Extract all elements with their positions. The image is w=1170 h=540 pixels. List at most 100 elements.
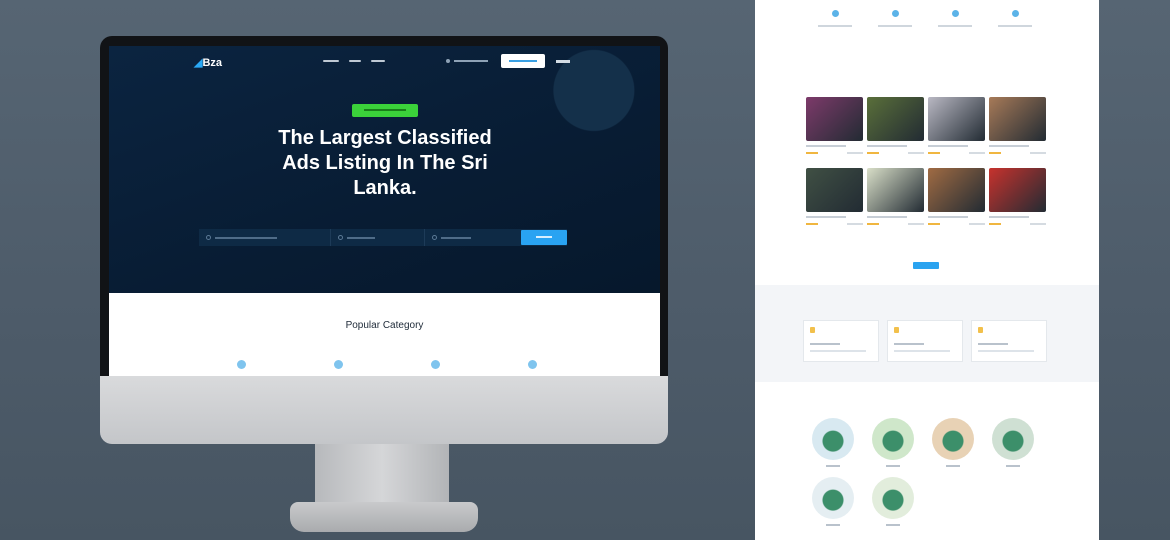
- category-icon[interactable]: [334, 360, 343, 369]
- hero-section: ◢Bza The Largest Classified Ads Listing …: [109, 46, 660, 293]
- ad-title: [806, 216, 846, 218]
- step-card: [803, 320, 879, 362]
- ad-card[interactable]: [989, 168, 1046, 225]
- ad-photo: [989, 97, 1046, 141]
- ad-photo: [867, 168, 924, 212]
- ad-meta: [928, 223, 985, 225]
- monitor-stand: [315, 444, 449, 504]
- location-label: [826, 524, 840, 526]
- location-item[interactable]: [871, 418, 915, 467]
- step-icon: [894, 327, 899, 333]
- location-label: [886, 524, 900, 526]
- login-link[interactable]: [446, 59, 488, 63]
- location-image: [812, 418, 854, 460]
- category-label: [818, 25, 852, 27]
- ad-photo: [928, 168, 985, 212]
- category-item[interactable]: [935, 10, 975, 27]
- view-all-button[interactable]: [913, 262, 939, 269]
- location-select[interactable]: [425, 229, 517, 246]
- location-label: [1006, 465, 1020, 467]
- input-placeholder: [347, 236, 375, 239]
- post-ad-button[interactable]: [501, 54, 545, 68]
- ad-card[interactable]: [867, 97, 924, 154]
- location-label: [826, 465, 840, 467]
- popular-locations-grid: [811, 418, 1047, 526]
- step-text: [978, 350, 1034, 352]
- ad-photo: [806, 168, 863, 212]
- user-icon: [446, 59, 450, 63]
- ad-card[interactable]: [867, 168, 924, 225]
- ad-photo: [806, 97, 863, 141]
- monitor-bezel: ◢Bza The Largest Classified Ads Listing …: [100, 36, 668, 376]
- ad-price: [928, 223, 940, 225]
- location-item[interactable]: [811, 477, 855, 526]
- category-icon: [831, 10, 839, 17]
- ad-date: [969, 223, 985, 225]
- category-icon[interactable]: [237, 360, 246, 369]
- ad-price: [867, 152, 879, 154]
- location-label: [886, 465, 900, 467]
- search-button[interactable]: [521, 230, 567, 245]
- ad-photo: [867, 97, 924, 141]
- step-card: [971, 320, 1047, 362]
- search-icon: [206, 235, 211, 240]
- hero-headline: The Largest Classified Ads Listing In Th…: [278, 127, 492, 199]
- nav-link[interactable]: [371, 60, 385, 62]
- category-icon: [891, 10, 899, 17]
- site-logo[interactable]: ◢Bza: [194, 56, 222, 69]
- step-text: [894, 350, 950, 352]
- ad-meta: [867, 152, 924, 154]
- step-card: [887, 320, 963, 362]
- ad-date: [969, 152, 985, 154]
- category-item[interactable]: [875, 10, 915, 27]
- location-item[interactable]: [991, 418, 1035, 467]
- category-icon[interactable]: [431, 360, 440, 369]
- nav-link[interactable]: [323, 60, 339, 62]
- ad-card[interactable]: [989, 97, 1046, 154]
- location-image: [872, 418, 914, 460]
- category-icon: [951, 10, 959, 17]
- ad-meta: [928, 152, 985, 154]
- location-item[interactable]: [811, 418, 855, 467]
- ad-date: [1030, 152, 1046, 154]
- category-icon[interactable]: [528, 360, 537, 369]
- monitor-base: [290, 502, 478, 532]
- step-title: [894, 343, 924, 345]
- ad-meta: [806, 152, 863, 154]
- ad-card[interactable]: [806, 97, 863, 154]
- category-icons: [237, 360, 537, 369]
- ad-title: [928, 145, 968, 147]
- language-selector[interactable]: [556, 60, 570, 63]
- location-item[interactable]: [931, 418, 975, 467]
- ad-photo: [989, 168, 1046, 212]
- location-item[interactable]: [871, 477, 915, 526]
- location-image: [872, 477, 914, 519]
- ad-meta: [989, 152, 1046, 154]
- hero-badge: [352, 104, 418, 117]
- ad-price: [806, 152, 818, 154]
- category-item[interactable]: [815, 10, 855, 27]
- how-it-works-cards: [803, 320, 1047, 362]
- nav-link[interactable]: [349, 60, 361, 62]
- category-label: [878, 25, 912, 27]
- how-it-works-section: [755, 285, 1099, 382]
- ad-title: [989, 216, 1029, 218]
- input-placeholder: [441, 236, 471, 239]
- category-item[interactable]: [995, 10, 1035, 27]
- ad-date: [908, 152, 924, 154]
- ad-card[interactable]: [928, 97, 985, 154]
- monitor-chin: [100, 376, 668, 444]
- keyword-search-input[interactable]: [199, 229, 331, 246]
- ad-meta: [867, 223, 924, 225]
- logo-text: Bza: [202, 57, 223, 69]
- location-image: [812, 477, 854, 519]
- ad-price: [928, 152, 940, 154]
- ad-card[interactable]: [928, 168, 985, 225]
- step-icon: [810, 327, 815, 333]
- ad-card[interactable]: [806, 168, 863, 225]
- nav-links: [323, 60, 385, 62]
- step-text: [810, 350, 866, 352]
- category-icon: [338, 235, 343, 240]
- category-select[interactable]: [331, 229, 425, 246]
- section-title: Popular Category: [345, 320, 424, 331]
